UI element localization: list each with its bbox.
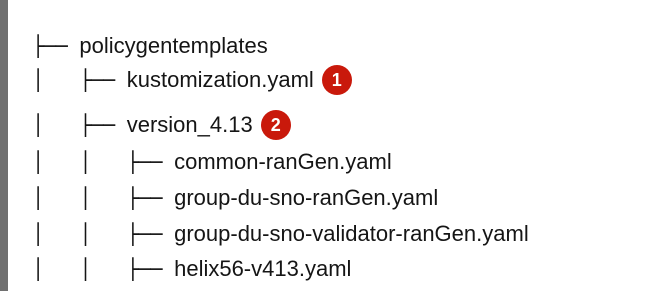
- tree-connector: │ │ ├──: [32, 186, 175, 210]
- file-name: group-du-sno-ranGen.yaml: [174, 185, 439, 210]
- tree-row-helix56: │ │ ├── helix56-v413.yaml: [32, 253, 351, 285]
- folder-name: version_4.13: [126, 112, 253, 137]
- tree-row-common-rangen: │ │ ├── common-ranGen.yaml: [32, 146, 392, 178]
- tree-connector: │ ├──: [32, 113, 127, 137]
- code-block: ├── policygentemplates │ ├── kustomizati…: [0, 0, 656, 291]
- callout-badge[interactable]: 1: [321, 65, 352, 95]
- tree-connector: │ │ ├──: [32, 150, 175, 174]
- tree-row-kustomization: │ ├── kustomization.yaml 1: [32, 64, 352, 96]
- file-name: group-du-sno-validator-ranGen.yaml: [174, 221, 529, 246]
- code-block-left-border: [0, 0, 8, 291]
- tree-row-group-du-sno-rangen: │ │ ├── group-du-sno-ranGen.yaml: [32, 182, 438, 214]
- tree-row-group-du-sno-validator: │ │ ├── group-du-sno-validator-ranGen.ya…: [32, 218, 529, 250]
- file-name: helix56-v413.yaml: [174, 256, 352, 281]
- callout-badge[interactable]: 2: [260, 110, 291, 140]
- tree-row-policygentemplates: ├── policygentemplates: [32, 30, 268, 62]
- folder-name: policygentemplates: [79, 33, 268, 58]
- file-name: kustomization.yaml: [126, 67, 314, 92]
- file-name: common-ranGen.yaml: [174, 149, 392, 174]
- tree-connector: │ ├──: [32, 68, 127, 92]
- tree-connector: ├──: [32, 34, 80, 58]
- tree-connector: │ │ ├──: [32, 222, 175, 246]
- tree-row-version: │ ├── version_4.13 2: [32, 109, 291, 141]
- tree-connector: │ │ ├──: [32, 257, 175, 281]
